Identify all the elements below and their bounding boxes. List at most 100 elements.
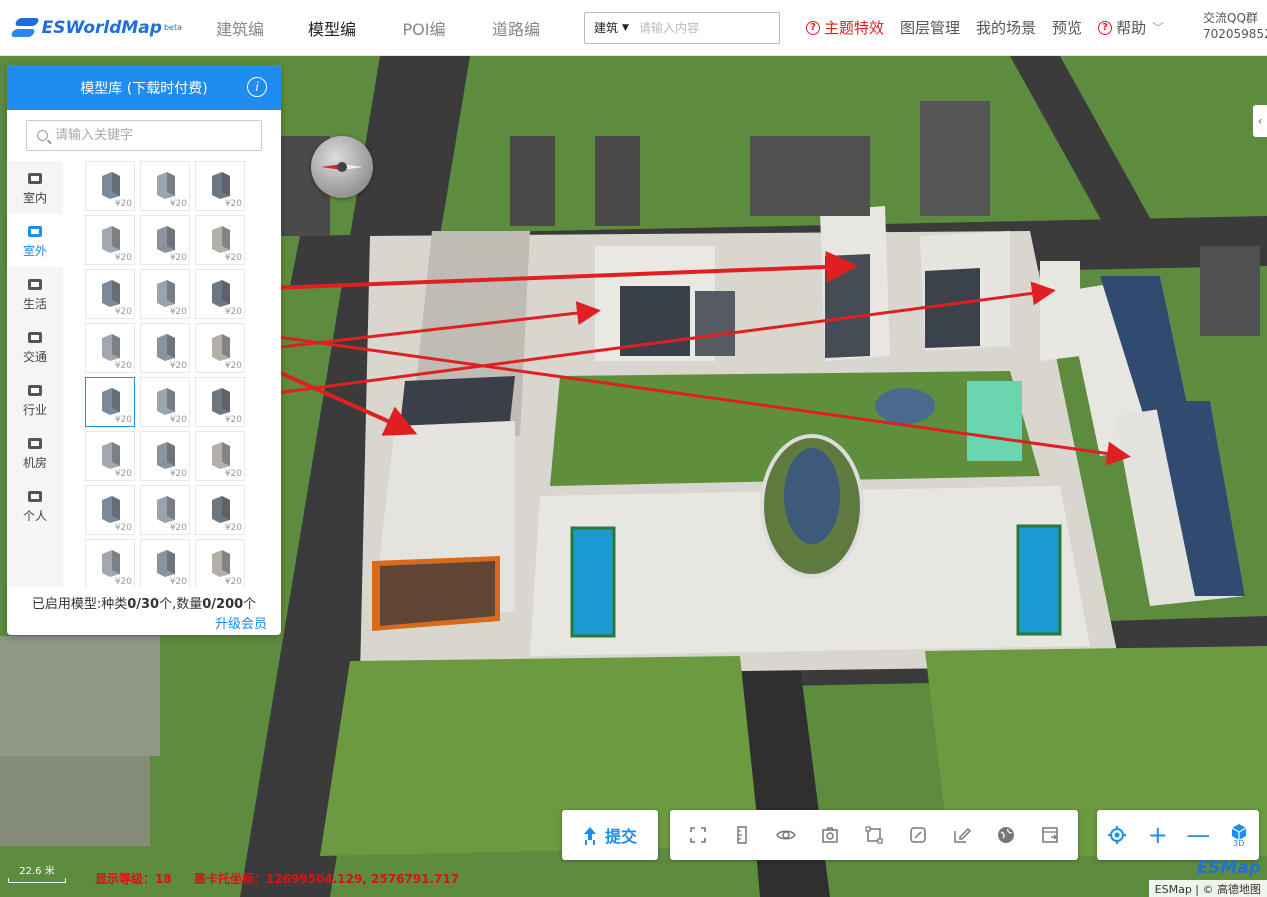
search-type-select[interactable]: 建筑 ▼	[594, 19, 629, 36]
model-preview-icon	[208, 440, 234, 470]
usage-summary: 已启用模型:种类0/30个,数量0/200个	[7, 593, 281, 612]
logo-text: ESWorldMap	[41, 17, 162, 38]
caret-down-icon: ▼	[622, 22, 629, 33]
nav-poi-edit[interactable]: POI编	[378, 16, 470, 40]
nav-model-edit[interactable]: 模型编	[286, 16, 378, 40]
toggle-3d-button[interactable]: 3D	[1224, 815, 1254, 855]
logo-beta-badge: beta	[163, 23, 182, 32]
model-thumbnail[interactable]: ¥20	[195, 377, 245, 427]
model-preview-icon	[98, 224, 124, 254]
trees-icon	[25, 222, 45, 240]
nav-building-edit[interactable]: 建筑编	[194, 16, 286, 40]
model-thumbnail[interactable]: ¥20	[195, 539, 245, 587]
search-input[interactable]	[638, 20, 749, 35]
info-icon[interactable]: i	[247, 77, 267, 97]
camera-icon[interactable]	[815, 820, 845, 850]
price-label: ¥20	[169, 523, 187, 533]
zoom-in-button[interactable]: +	[1143, 815, 1173, 855]
model-thumbnail[interactable]: ¥20	[140, 215, 190, 265]
globe-icon[interactable]	[991, 820, 1021, 850]
model-thumbnail[interactable]: ¥20	[140, 539, 190, 587]
price-label: ¥20	[114, 253, 132, 263]
help-dropdown[interactable]: ? 帮助 ﹀	[1098, 17, 1164, 38]
model-thumbnail[interactable]: ¥20	[140, 431, 190, 481]
panel-header: 模型库 (下载时付费) i	[7, 65, 281, 110]
model-thumbnail[interactable]: ¥20	[195, 431, 245, 481]
theme-effects-link[interactable]: ? 主题特效	[806, 17, 884, 38]
model-thumbnail[interactable]: ¥20	[85, 323, 135, 373]
compass-icon[interactable]	[311, 136, 373, 198]
model-search-input[interactable]	[55, 128, 235, 143]
select-area-icon[interactable]	[859, 820, 889, 850]
car-icon	[25, 328, 45, 346]
model-thumbnail[interactable]: ¥20	[140, 323, 190, 373]
model-thumbnail[interactable]: ¥20	[195, 161, 245, 211]
model-preview-icon	[98, 386, 124, 416]
model-thumbnail[interactable]: ¥20	[140, 161, 190, 211]
model-thumbnail[interactable]: ¥20	[195, 323, 245, 373]
edit-icon[interactable]	[947, 820, 977, 850]
price-label: ¥20	[114, 307, 132, 317]
model-thumbnail[interactable]: ¥20	[140, 269, 190, 319]
preview-link[interactable]: 预览	[1052, 17, 1082, 38]
upgrade-member-link[interactable]: 升级会员	[215, 613, 267, 632]
price-label: ¥20	[169, 361, 187, 371]
rotate-icon[interactable]	[903, 820, 933, 850]
zoom-out-button[interactable]: —	[1183, 815, 1213, 855]
nav-road-edit[interactable]: 道路编	[470, 16, 562, 40]
my-scenes-link[interactable]: 我的场景	[976, 17, 1036, 38]
price-label: ¥20	[114, 469, 132, 479]
usage-kinds: 0/30	[127, 597, 160, 612]
model-preview-icon	[153, 278, 179, 308]
logo[interactable]: ESWorldMap beta	[10, 16, 182, 40]
model-preview-icon	[153, 548, 179, 578]
model-thumbnail[interactable]: ¥20	[195, 215, 245, 265]
model-thumbnail[interactable]: ¥20	[85, 215, 135, 265]
category-2[interactable]: 生活	[7, 267, 63, 320]
model-preview-icon	[98, 170, 124, 200]
fullscreen-icon[interactable]	[683, 820, 713, 850]
map-credit: ESMap | © 高德地图	[1148, 880, 1267, 897]
price-label: ¥20	[169, 253, 187, 263]
help-label: 帮助	[1116, 19, 1147, 37]
eye-icon[interactable]	[771, 820, 801, 850]
price-label: ¥20	[224, 469, 242, 479]
server-icon	[25, 434, 45, 452]
model-thumbnail[interactable]: ¥20	[140, 377, 190, 427]
model-thumbnail[interactable]: ¥20	[85, 431, 135, 481]
model-thumbnail[interactable]: ¥20	[85, 539, 135, 587]
price-label: ¥20	[169, 199, 187, 209]
submit-button[interactable]: 提交	[562, 810, 658, 860]
model-thumbnail[interactable]: ¥20	[140, 485, 190, 535]
export-icon[interactable]	[1035, 820, 1065, 850]
model-thumbnail[interactable]: ¥20	[85, 269, 135, 319]
model-thumbnail-grid: ¥20 ¥20 ¥20 ¥20 ¥20 ¥20 ¥20 ¥20 ¥20 ¥20 ¥20 ¥20 ¥20 ¥…	[85, 161, 255, 587]
model-thumbnail[interactable]: ¥20	[85, 377, 135, 427]
category-6[interactable]: 个人	[7, 479, 63, 532]
price-label: ¥20	[114, 577, 132, 587]
model-thumbnail[interactable]: ¥20	[85, 485, 135, 535]
locate-icon[interactable]	[1102, 815, 1132, 855]
category-0[interactable]: 室内	[7, 161, 63, 214]
right-nav: ? 主题特效 图层管理 我的场景 预览 ? 帮助 ﹀	[806, 17, 1180, 38]
price-label: ¥20	[224, 307, 242, 317]
layer-manage-link[interactable]: 图层管理	[900, 17, 960, 38]
model-thumbnail[interactable]: ¥20	[195, 485, 245, 535]
model-thumbnail[interactable]: ¥20	[85, 161, 135, 211]
theme-effects-label: 主题特效	[824, 19, 885, 37]
price-label: ¥20	[224, 577, 242, 587]
top-navigation-bar: ESWorldMap beta 建筑编 模型编 POI编 道路编 建筑 ▼ ? …	[0, 0, 1267, 56]
category-1[interactable]: 室外	[7, 214, 63, 267]
category-label: 个人	[22, 509, 47, 523]
price-label: ¥20	[114, 523, 132, 533]
category-label: 室外	[22, 244, 47, 258]
bank-icon	[25, 169, 45, 187]
ruler-icon[interactable]	[727, 820, 757, 850]
collapse-side-tab[interactable]: ‹	[1253, 105, 1267, 137]
category-3[interactable]: 交通	[7, 320, 63, 373]
category-4[interactable]: 行业	[7, 373, 63, 426]
category-5[interactable]: 机房	[7, 426, 63, 479]
price-label: ¥20	[224, 253, 242, 263]
model-thumbnail[interactable]: ¥20	[195, 269, 245, 319]
model-preview-icon	[208, 224, 234, 254]
